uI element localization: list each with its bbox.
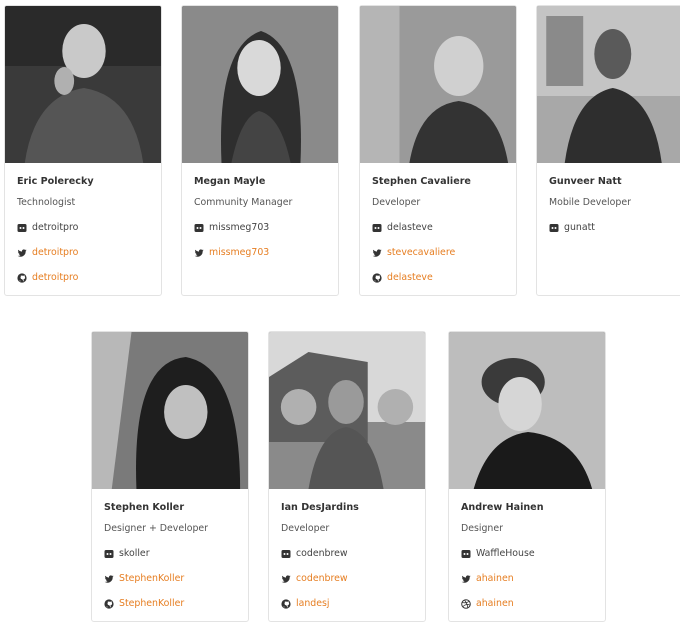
- twitter-handle: codenbrew: [296, 573, 348, 584]
- github-handle: StephenKoller: [119, 598, 185, 609]
- github-handle: landesj: [296, 598, 330, 609]
- github-icon: [372, 273, 382, 283]
- discord-icon: [372, 223, 382, 233]
- profile-photo: [360, 6, 516, 163]
- github-link[interactable]: delasteve: [372, 271, 504, 285]
- profile-photo: [5, 6, 161, 163]
- discord-handle: gunatt: [564, 222, 595, 233]
- team-card-megan-mayle: Megan Mayle Community Manager missmeg703…: [181, 5, 339, 296]
- twitter-link[interactable]: StephenKoller: [104, 572, 236, 586]
- discord-link[interactable]: WaffleHouse: [461, 547, 593, 561]
- twitter-link[interactable]: detroitpro: [17, 246, 149, 260]
- member-name: Andrew Hainen: [461, 502, 544, 513]
- member-name: Megan Mayle: [194, 176, 266, 187]
- member-name: Stephen Koller: [104, 502, 185, 513]
- member-role: Developer: [281, 523, 330, 534]
- twitter-link[interactable]: missmeg703: [194, 246, 326, 260]
- team-card-gunveer-natt: Gunveer Natt Mobile Developer gunatt: [536, 5, 680, 296]
- github-icon: [104, 599, 114, 609]
- discord-link[interactable]: detroitpro: [17, 221, 149, 235]
- twitter-icon: [372, 248, 382, 258]
- discord-handle: skoller: [119, 548, 150, 559]
- discord-link[interactable]: delasteve: [372, 221, 504, 235]
- member-role: Community Manager: [194, 197, 293, 208]
- discord-handle: missmeg703: [209, 222, 270, 233]
- twitter-icon: [17, 248, 27, 258]
- profile-photo: [449, 332, 605, 489]
- discord-icon: [17, 223, 27, 233]
- discord-handle: WaffleHouse: [476, 548, 535, 559]
- twitter-icon: [194, 248, 204, 258]
- discord-link[interactable]: codenbrew: [281, 547, 413, 561]
- twitter-handle: StephenKoller: [119, 573, 185, 584]
- dribbble-link[interactable]: ahainen: [461, 597, 593, 611]
- discord-icon: [281, 549, 291, 559]
- twitter-handle: detroitpro: [32, 247, 79, 258]
- discord-icon: [549, 223, 559, 233]
- twitter-icon: [461, 574, 471, 584]
- profile-photo: [182, 6, 338, 163]
- dribbble-handle: ahainen: [476, 598, 514, 609]
- member-role: Developer: [372, 197, 421, 208]
- team-card-andrew-hainen: Andrew Hainen Designer WaffleHouse ahain…: [448, 331, 606, 622]
- github-icon: [17, 273, 27, 283]
- profile-photo: [269, 332, 425, 489]
- member-role: Technologist: [17, 197, 76, 208]
- discord-handle: delasteve: [387, 222, 433, 233]
- github-icon: [281, 599, 291, 609]
- github-handle: detroitpro: [32, 272, 79, 283]
- member-name: Ian DesJardins: [281, 502, 359, 513]
- dribbble-icon: [461, 599, 471, 609]
- team-card-stephen-koller: Stephen Koller Designer + Developer skol…: [91, 331, 249, 622]
- twitter-handle: stevecavaliere: [387, 247, 456, 258]
- discord-handle: detroitpro: [32, 222, 79, 233]
- profile-photo: [92, 332, 248, 489]
- github-link[interactable]: StephenKoller: [104, 597, 236, 611]
- discord-link[interactable]: missmeg703: [194, 221, 326, 235]
- team-card-eric-polerecky: Eric Polerecky Technologist detroitpro d…: [4, 5, 162, 296]
- twitter-icon: [281, 574, 291, 584]
- twitter-handle: ahainen: [476, 573, 514, 584]
- github-handle: delasteve: [387, 272, 433, 283]
- discord-icon: [104, 549, 114, 559]
- member-role: Designer: [461, 523, 503, 534]
- discord-icon: [461, 549, 471, 559]
- team-card-ian-desjardins: Ian DesJardins Developer codenbrew coden…: [268, 331, 426, 622]
- member-name: Stephen Cavaliere: [372, 176, 471, 187]
- github-link[interactable]: detroitpro: [17, 271, 149, 285]
- member-name: Gunveer Natt: [549, 176, 622, 187]
- discord-icon: [194, 223, 204, 233]
- twitter-link[interactable]: ahainen: [461, 572, 593, 586]
- discord-handle: codenbrew: [296, 548, 348, 559]
- twitter-link[interactable]: stevecavaliere: [372, 246, 504, 260]
- member-name: Eric Polerecky: [17, 176, 94, 187]
- member-role: Designer + Developer: [104, 523, 209, 534]
- member-role: Mobile Developer: [549, 197, 631, 208]
- discord-link[interactable]: skoller: [104, 547, 236, 561]
- twitter-link[interactable]: codenbrew: [281, 572, 413, 586]
- profile-photo: [537, 6, 680, 163]
- team-card-stephen-cavaliere: Stephen Cavaliere Developer delasteve st…: [359, 5, 517, 296]
- discord-link[interactable]: gunatt: [549, 221, 671, 235]
- twitter-icon: [104, 574, 114, 584]
- github-link[interactable]: landesj: [281, 597, 413, 611]
- twitter-handle: missmeg703: [209, 247, 270, 258]
